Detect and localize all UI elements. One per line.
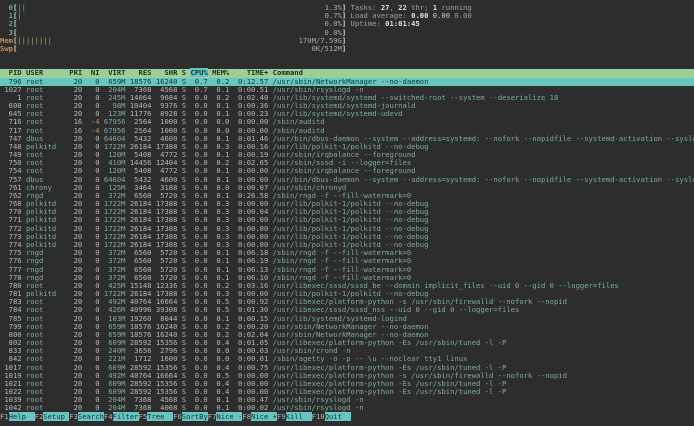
fnkey-f9-kill[interactable]: F9Kill [277, 412, 312, 421]
fnkey-f8-nice[interactable]: F8Nice + [242, 412, 277, 421]
f4-key-label: Filter [113, 412, 139, 421]
htop-terminal: 0[|| 1.3%] Tasks: 27, 22 thr; 1 running … [0, 0, 694, 426]
process-list: 796 root 20 0 659M 18576 16240 S 0.7 0.2… [0, 78, 694, 413]
f10-key-number: F10 [312, 412, 325, 421]
f6-key-label: SortBy [182, 412, 208, 421]
f9-key-number: F9 [277, 412, 286, 421]
f5-key-number: F5 [139, 412, 148, 421]
spacer-line [0, 53, 694, 61]
f8-key-label: Nice + [251, 412, 277, 421]
fnkey-f7-nice[interactable]: F7Nice - [208, 412, 243, 421]
swap-meter-label: Swp [0, 44, 13, 53]
f4-key-number: F4 [104, 412, 113, 421]
swap-meter: Swp[ 0K/512M] [0, 45, 694, 53]
f7-key-label: Nice - [216, 412, 242, 421]
f1-key-label: Help [9, 412, 35, 421]
f3-key-number: F3 [69, 412, 78, 421]
f2-key-label: Setup [43, 412, 69, 421]
fnkey-f3-search[interactable]: F3Search [69, 412, 104, 421]
function-key-bar: F1Help F2Setup F3SearchF4FilterF5Tree F6… [0, 413, 694, 421]
uptime: Uptime: 01:01:45 [351, 19, 420, 28]
fnkey-f5-tree[interactable]: F5Tree [139, 412, 174, 421]
f8-key-number: F8 [242, 412, 251, 421]
fnkey-f4-filter[interactable]: F4Filter [104, 412, 139, 421]
f5-key-label: Tree [147, 412, 173, 421]
f3-key-label: Search [78, 412, 104, 421]
f6-key-number: F6 [173, 412, 182, 421]
fnkey-f10-quit[interactable]: F10Quit [312, 412, 351, 421]
swap-meter-value: 0K/512M [312, 44, 342, 53]
fnkey-f6-sortby[interactable]: F6SortBy [173, 412, 208, 421]
f1-key-number: F1 [0, 412, 9, 421]
f2-key-number: F2 [35, 412, 44, 421]
meter-area: 0[|| 1.3%] Tasks: 27, 22 thr; 1 running … [0, 4, 694, 53]
fnkey-f2-setup[interactable]: F2Setup [35, 412, 70, 421]
f9-key-label: Kill [286, 412, 312, 421]
fnkey-f1-help[interactable]: F1Help [0, 412, 35, 421]
f10-key-label: Quit [325, 412, 351, 421]
